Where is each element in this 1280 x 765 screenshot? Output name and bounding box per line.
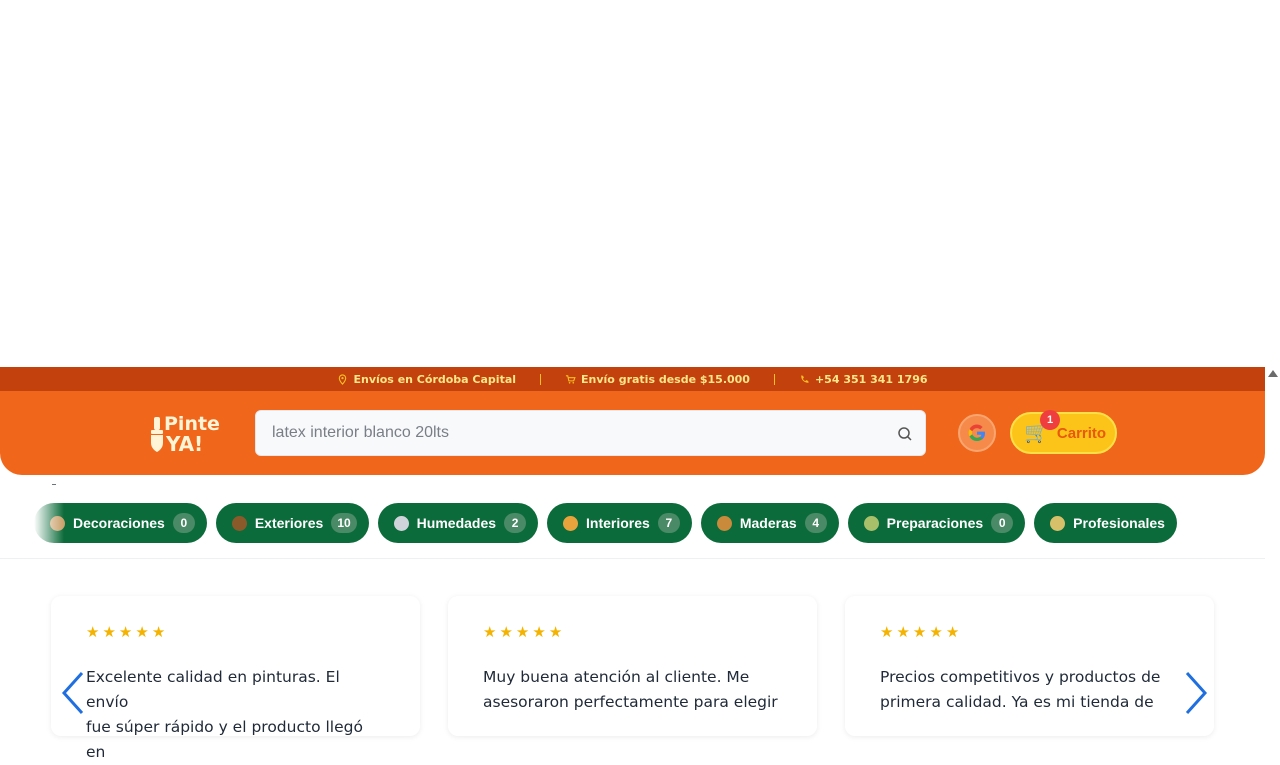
- star-icon: ★: [483, 623, 497, 641]
- carousel-prev-button[interactable]: [60, 670, 86, 716]
- category-label: Profesionales: [1073, 515, 1165, 531]
- category-pill-maderas[interactable]: Maderas 4: [700, 503, 839, 543]
- pinteya-logo[interactable]: Pinte YA!: [148, 413, 228, 455]
- star-icon: ★: [102, 623, 116, 641]
- category-pill-bar: Decoraciones 0 Exteriores 10 Humedades 2…: [34, 503, 1233, 543]
- category-count: 4: [804, 513, 827, 533]
- category-count: 2: [504, 513, 527, 533]
- scroll-up-arrow-icon[interactable]: [1268, 370, 1278, 377]
- cart-count-badge: 1: [1040, 410, 1060, 430]
- google-icon: [968, 424, 985, 442]
- phone-text[interactable]: +54 351 341 1796: [815, 373, 928, 386]
- review-line: Precios competitivos y productos de: [880, 668, 1161, 686]
- category-label: Decoraciones: [73, 515, 165, 531]
- review-card: ★ ★ ★ ★ ★ Muy buena atención al cliente. Me …: [448, 596, 817, 736]
- review-text: Precios competitivos y productos de prim…: [880, 665, 1180, 715]
- category-fade-right: [1195, 503, 1235, 543]
- review-stars: ★ ★ ★ ★ ★: [880, 624, 1180, 640]
- category-pill-exteriores[interactable]: Exteriores 10: [215, 503, 369, 543]
- star-icon: ★: [880, 623, 894, 641]
- search-icon[interactable]: [897, 426, 913, 442]
- phone-info[interactable]: +54 351 341 1796: [775, 373, 952, 386]
- site-header: Pinte YA! 🛒 1 Carrito: [0, 391, 1265, 475]
- category-label: Interiores: [586, 515, 650, 531]
- google-login-button[interactable]: [958, 414, 996, 452]
- star-icon: ★: [151, 623, 166, 641]
- category-pill-interiores[interactable]: Interiores 7: [547, 503, 692, 543]
- star-icon: ★: [532, 623, 546, 641]
- phone-icon: [801, 374, 809, 383]
- category-fade-left: [34, 503, 64, 543]
- chevron-left-icon: [61, 671, 84, 715]
- location-pin-icon: [339, 373, 347, 385]
- star-icon: ★: [896, 623, 910, 641]
- maderas-icon: [716, 515, 732, 531]
- review-line: asesoraron perfectamente para elegir: [483, 693, 778, 711]
- star-icon: ★: [945, 623, 960, 641]
- interiores-icon: [563, 515, 579, 531]
- cart-button[interactable]: 🛒 1 Carrito: [1010, 410, 1117, 454]
- search-input[interactable]: [272, 411, 872, 455]
- search-bar: [255, 410, 926, 456]
- page-scrollbar[interactable]: [1265, 367, 1280, 720]
- category-count: 10: [331, 513, 357, 533]
- star-icon: ★: [912, 623, 927, 641]
- profesionales-icon: [1050, 515, 1066, 531]
- category-count: 0: [172, 513, 195, 533]
- category-pill-humedades[interactable]: Humedades 2: [377, 503, 539, 543]
- star-icon: ★: [515, 623, 530, 641]
- review-text: Muy buena atención al cliente. Me asesor…: [483, 665, 783, 715]
- chevron-right-icon: [1185, 671, 1208, 715]
- top-info-bar: Envíos en Córdoba Capital Envío gratis d…: [0, 367, 1265, 391]
- category-pill-preparaciones[interactable]: Preparaciones 0: [847, 503, 1026, 543]
- small-dot: [52, 484, 56, 485]
- category-pill-profesionales[interactable]: Profesionales: [1034, 503, 1177, 543]
- free-shipping-text: Envío gratis desde $15.000: [581, 372, 750, 386]
- star-icon: ★: [135, 623, 149, 641]
- category-label: Preparaciones: [886, 515, 984, 531]
- shipping-area-text: Envíos en Córdoba Capital: [353, 372, 517, 386]
- cart-small-icon: [565, 374, 576, 384]
- star-icon: ★: [548, 623, 563, 641]
- category-label: Humedades: [416, 515, 497, 531]
- review-card: ★ ★ ★ ★ ★ Precios competitivos y productos d…: [845, 596, 1214, 736]
- review-line: primera calidad. Ya es mi tienda de: [880, 693, 1154, 711]
- star-icon: ★: [499, 623, 513, 641]
- category-count: 7: [657, 513, 680, 533]
- review-card: ★ ★ ★ ★ ★ Excelente calidad en pinturas. El …: [51, 596, 420, 761]
- review-line: Muy buena atención al cliente. Me: [483, 668, 750, 686]
- category-label: Maderas: [739, 515, 797, 531]
- category-label: Exteriores: [254, 515, 324, 531]
- star-icon: ★: [86, 623, 100, 641]
- review-line: Excelente calidad en pinturas. El envío: [86, 668, 340, 711]
- preparaciones-icon: [863, 515, 879, 531]
- review-line: fue súper rápido y el producto llegó en: [86, 718, 363, 761]
- star-icon: ★: [118, 623, 133, 641]
- section-divider: [0, 558, 1265, 559]
- free-shipping-info: Envío gratis desde $15.000: [541, 373, 774, 386]
- blank-area: [0, 0, 1280, 367]
- review-text: Excelente calidad en pinturas. El envío …: [86, 665, 386, 765]
- category-count: 0: [991, 513, 1014, 533]
- carousel-next-button[interactable]: [1183, 670, 1209, 716]
- cart-label: Carrito: [1056, 424, 1107, 442]
- logo-text-ya: YA!: [166, 432, 204, 456]
- reviews-carousel: ★ ★ ★ ★ ★ Excelente calidad en pinturas. El …: [0, 596, 1265, 761]
- humedades-icon: [393, 515, 409, 531]
- review-stars: ★ ★ ★ ★ ★: [483, 624, 783, 640]
- exteriores-icon: [231, 515, 247, 531]
- shipping-area-info: Envíos en Córdoba Capital: [313, 373, 540, 386]
- star-icon: ★: [929, 623, 943, 641]
- review-stars: ★ ★ ★ ★ ★: [86, 624, 386, 640]
